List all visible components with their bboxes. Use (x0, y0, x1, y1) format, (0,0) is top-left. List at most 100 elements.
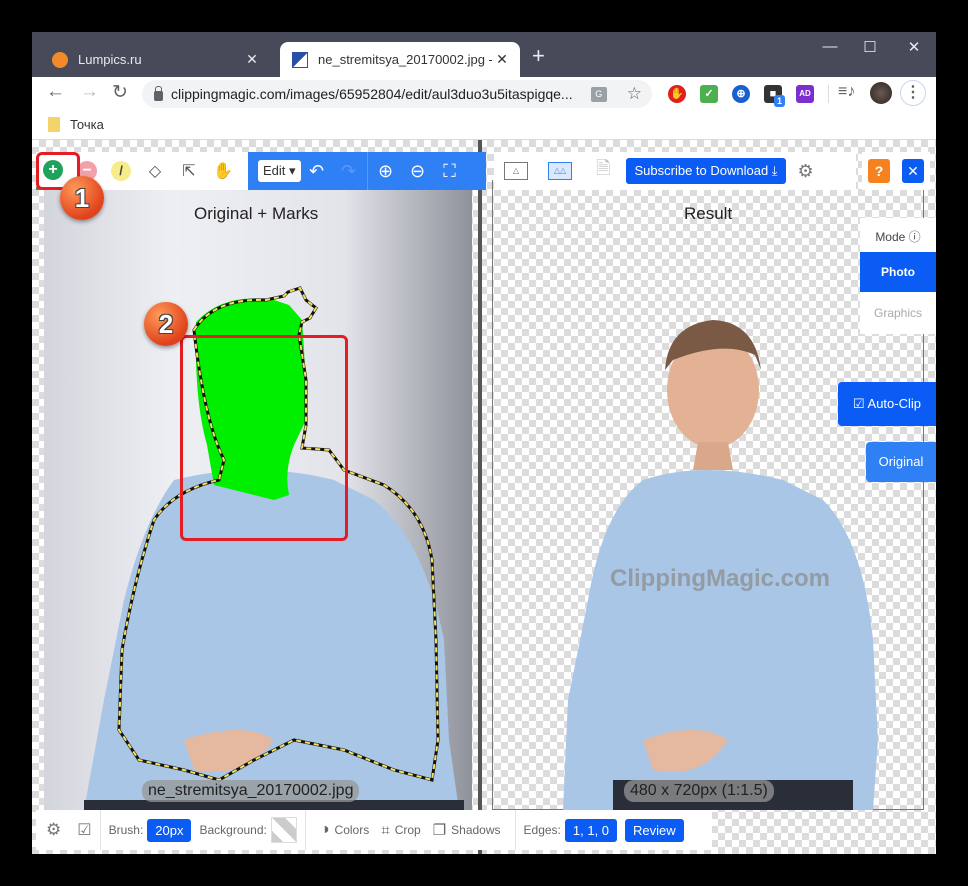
shadows-button[interactable]: ❐ Shadows (433, 821, 501, 839)
eraser-icon: ◇ (148, 163, 162, 180)
check-extension-icon[interactable]: ✓ (700, 85, 718, 103)
chevron-down-icon: ▾ (289, 163, 296, 178)
result-toolbar: △ △△ 🗎 Subscribe to Download ⤓ ⚙ (494, 152, 856, 190)
checklist-icon[interactable]: ☑ (77, 820, 91, 840)
colors-button[interactable]: ◑ Colors (320, 821, 369, 839)
right-pane-title: Result (684, 204, 733, 223)
translate-icon[interactable]: G (590, 86, 607, 102)
step-marker-2: 2 (144, 302, 188, 346)
forward-icon[interactable]: → (80, 81, 99, 103)
toolbar-divider (828, 85, 829, 103)
subscribe-download-button[interactable]: Subscribe to Download ⤓ (626, 158, 786, 184)
step-marker-1: 1 (60, 176, 104, 220)
review-button[interactable]: Review (625, 818, 684, 842)
background-label: Background: (199, 823, 267, 837)
edges-label: Edges: (523, 823, 561, 837)
zoom-out-icon[interactable]: ⊖ (402, 161, 434, 182)
globe-extension-icon[interactable]: ⊕ (732, 85, 750, 103)
close-tab-icon[interactable]: ✕ (492, 51, 512, 68)
mode-label: Mode ⓘ (875, 230, 921, 244)
extension-badge: 1 (774, 95, 785, 107)
browser-menu-icon[interactable]: ⋮ (900, 80, 926, 106)
maximize-button[interactable]: ☐ (850, 38, 890, 56)
url-text[interactable]: clippingmagic.com/images/65952804/edit/a… (171, 86, 591, 102)
slash-icon: / (111, 161, 131, 181)
tab-strip: Lumpics.ru ✕ ne_stremitsya_20170002.jpg … (32, 32, 936, 77)
ad-extension-icon[interactable]: AD (796, 85, 814, 103)
edit-view-toolbar: Edit ▾ ↶ ↷ ⊕ ⊖ ⛶ (248, 152, 486, 190)
toolbar-divider (99, 810, 101, 850)
watermark-text: ClippingMagic.com (610, 565, 831, 592)
reload-icon[interactable]: ↻ (112, 81, 128, 104)
dimensions-caption: 480 x 720px (1:1.5) (624, 780, 774, 802)
background-swatch[interactable] (270, 817, 297, 843)
bookmarks-bar: Точка (32, 110, 936, 140)
lock-icon (154, 86, 163, 101)
profile-avatar[interactable] (870, 82, 892, 104)
pane-divider[interactable] (478, 140, 482, 854)
hand-icon: ✋ (213, 163, 233, 180)
colors-icon: ◑ (319, 821, 330, 838)
edit-label: Edit (263, 163, 286, 178)
colors-label: Colors (334, 823, 370, 837)
split-view-button[interactable]: △△ (548, 162, 572, 180)
mode-photo-button[interactable]: Photo (860, 252, 936, 292)
crop-icon: ⌗ (381, 821, 390, 839)
browser-toolbar: ← → ↻ clippingmagic.com/images/65952804/… (32, 77, 936, 110)
single-view-button[interactable]: △ (504, 162, 528, 180)
new-tab-button[interactable]: + (532, 45, 545, 67)
tab-title: Lumpics.ru (78, 52, 142, 67)
minimize-button[interactable]: — (810, 38, 850, 55)
clippingmagic-favicon-icon (292, 51, 308, 68)
help-close-toolbar: ? ✕ (862, 152, 930, 190)
edit-dropdown[interactable]: Edit ▾ (258, 160, 301, 182)
redo-icon[interactable]: ↷ (333, 161, 365, 182)
close-window-button[interactable]: ✕ (894, 38, 934, 56)
crop-label: Crop (394, 823, 421, 837)
brush-size-button[interactable]: 20px (147, 818, 192, 842)
tab-lumpics[interactable]: Lumpics.ru ✕ (40, 42, 270, 77)
back-icon[interactable]: ← (46, 81, 65, 103)
bottom-toolbar: ⚙ ☑ Brush: 20px Background: ◑ Colors ⌗ Cro… (36, 810, 712, 850)
shadows-icon: ❐ (432, 822, 447, 839)
address-bar[interactable]: clippingmagic.com/images/65952804/edit/a… (142, 80, 652, 108)
zoom-in-icon[interactable]: ⊕ (370, 161, 402, 182)
save-icon[interactable]: 🗎 (596, 156, 610, 186)
tab-clippingmagic[interactable]: ne_stremitsya_20170002.jpg - Cli ✕ (280, 42, 520, 77)
eraser-tool[interactable]: ◇ (138, 152, 172, 190)
filename-caption: ne_stremitsya_20170002.jpg (142, 780, 360, 802)
browser-window: Lumpics.ru ✕ ne_stremitsya_20170002.jpg … (32, 32, 936, 854)
original-button[interactable]: Original (866, 442, 936, 482)
close-editor-button[interactable]: ✕ (902, 159, 924, 183)
hair-brush-tool[interactable]: / (104, 152, 138, 190)
highlight-box-head (180, 335, 348, 541)
toolbar-divider (304, 810, 306, 850)
undo-icon[interactable]: ↶ (301, 161, 333, 182)
edges-button[interactable]: 1, 1, 0 (564, 818, 618, 842)
select-tool[interactable]: ⇱ (172, 152, 206, 190)
pan-tool[interactable]: ✋ (206, 152, 240, 190)
mode-graphics-button[interactable]: Graphics (860, 292, 936, 334)
close-tab-icon[interactable]: ✕ (242, 51, 262, 68)
bookmark-tochka[interactable]: Точка (70, 117, 104, 132)
shadows-label: Shadows (451, 823, 501, 837)
lumpics-favicon-icon (52, 51, 68, 68)
auto-clip-toggle[interactable]: ☑ Auto-Clip (838, 382, 936, 426)
brush-label: Brush: (108, 823, 144, 837)
help-button[interactable]: ? (868, 159, 890, 183)
tab-title: ne_stremitsya_20170002.jpg - Cli (318, 52, 492, 67)
download-settings-icon[interactable]: ⚙ (798, 161, 814, 182)
cursor-icon: ⇱ (182, 163, 196, 180)
adblock-extension-icon[interactable]: ✋ (668, 85, 686, 103)
settings-icon[interactable]: ⚙ (46, 820, 61, 840)
crop-button[interactable]: ⌗ Crop (381, 822, 420, 839)
toolbar-divider (366, 152, 368, 190)
bookmark-star-icon[interactable]: ☆ (627, 84, 642, 104)
clippingmagic-editor: ClippingMagic.com Original + Marks Resul… (32, 140, 936, 854)
fit-view-icon[interactable]: ⛶ (434, 161, 466, 182)
folder-icon (48, 117, 60, 132)
mode-panel: Mode ⓘ Photo Graphics (860, 218, 936, 334)
left-pane-title: Original + Marks (194, 204, 319, 223)
toolbar-divider (514, 810, 516, 850)
media-control-icon[interactable]: ≡♪ (838, 83, 855, 101)
